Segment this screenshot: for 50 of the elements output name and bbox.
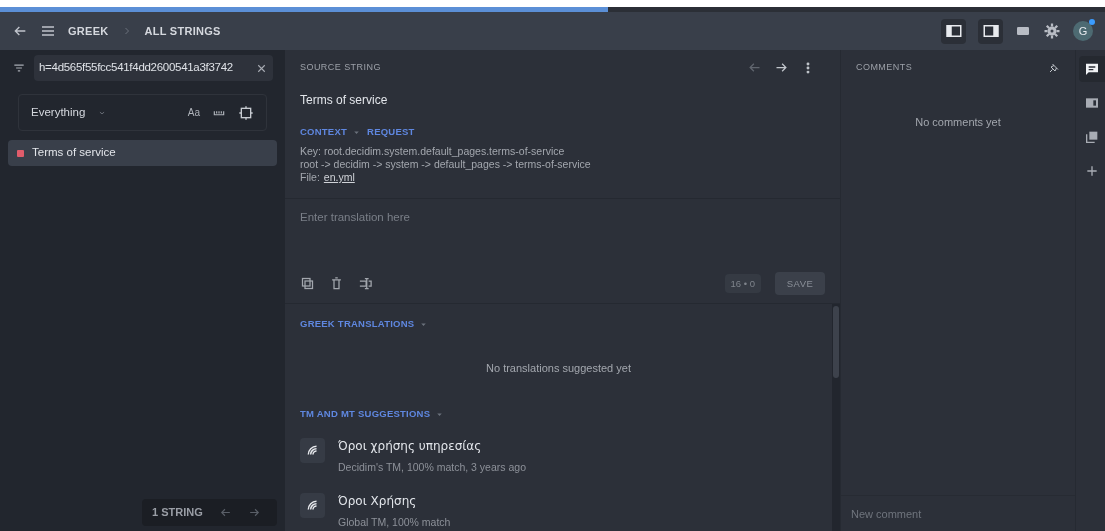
suggestion-text: Όροι χρήσης υπηρεσίας xyxy=(338,438,483,456)
breadcrumb-link[interactable]: GREEK xyxy=(68,22,109,40)
context-tab[interactable]: CONTEXT xyxy=(300,125,362,140)
scrollbar[interactable] xyxy=(832,304,840,531)
string-key: Key: root.decidim.system.default_pages.terms-of-service xyxy=(300,145,825,159)
string-count: 1 STRING xyxy=(152,505,203,521)
file-label: File: xyxy=(300,171,320,185)
string-list-item[interactable]: Terms of service xyxy=(8,140,277,166)
pin-icon[interactable] xyxy=(1048,61,1060,74)
section-heading: SOURCE STRING xyxy=(300,60,381,74)
layout-toggle[interactable] xyxy=(941,18,966,44)
suggestion-item[interactable]: Όροι χρήσης υπηρεσίας Decidim's TM, 100% match, 3 years ago xyxy=(300,437,817,476)
context-tab[interactable]: REQUEST xyxy=(367,125,415,140)
filter-icon[interactable] xyxy=(12,61,26,75)
source-text: Terms of service xyxy=(300,92,389,109)
previous-arrow-icon[interactable] xyxy=(218,506,232,519)
empty-message: No comments yet xyxy=(915,114,1001,130)
copy-icon[interactable] xyxy=(300,276,315,292)
stacked-pages-icon xyxy=(1084,129,1100,145)
string-path: root -> decidim -> system -> default_pages -> terms-of-service xyxy=(300,158,592,172)
sidebar-layout-icon xyxy=(944,22,963,40)
suggestion-source: Decidim's TM, 100% match, 3 years ago xyxy=(338,460,526,476)
add-icon xyxy=(1084,163,1100,179)
menu-icon[interactable] xyxy=(40,23,56,39)
layout-toggle[interactable] xyxy=(978,18,1003,44)
text-cursor-icon[interactable] xyxy=(358,276,373,292)
rail-tab[interactable] xyxy=(1079,56,1105,82)
suggestion-text: Όροι Χρήσης xyxy=(338,493,418,510)
section-toggle[interactable]: TM AND MT SUGGESTIONS xyxy=(300,407,445,422)
comment-icon xyxy=(1084,61,1100,77)
scope-dropdown[interactable]: Everything xyxy=(31,103,108,122)
trash-icon[interactable] xyxy=(329,276,344,292)
panel-layout-icon xyxy=(981,22,1000,40)
character-counter: 16 • 0 xyxy=(724,274,761,294)
file-link[interactable]: en.yml xyxy=(323,171,355,185)
translation-field[interactable]: Enter translation here xyxy=(300,209,825,273)
next-arrow-icon[interactable] xyxy=(774,60,789,75)
settings-icon[interactable] xyxy=(1043,22,1061,40)
section-toggle[interactable]: GREEK TRANSLATIONS xyxy=(300,317,429,332)
search-field[interactable]: h=4d565f55fcc541f4dd2600541a3f3742 xyxy=(39,59,251,77)
suggestion-source: Global TM, 100% match xyxy=(338,515,451,530)
panel-icon xyxy=(1084,95,1100,111)
search-bar[interactable]: h=4d565f55fcc541f4dd2600541a3f3742 xyxy=(34,55,273,81)
breadcrumb-link[interactable]: ALL STRINGS xyxy=(144,22,221,40)
section-heading: COMMENTS xyxy=(856,61,913,74)
user-avatar[interactable]: G xyxy=(1073,21,1093,41)
crop-icon[interactable] xyxy=(238,104,254,121)
suggestion-item[interactable]: Όροι Χρήσης Global TM, 100% match xyxy=(300,492,817,531)
empty-message: No translations suggested yet xyxy=(486,360,631,376)
match-case-toggle[interactable]: Aa xyxy=(187,105,200,120)
